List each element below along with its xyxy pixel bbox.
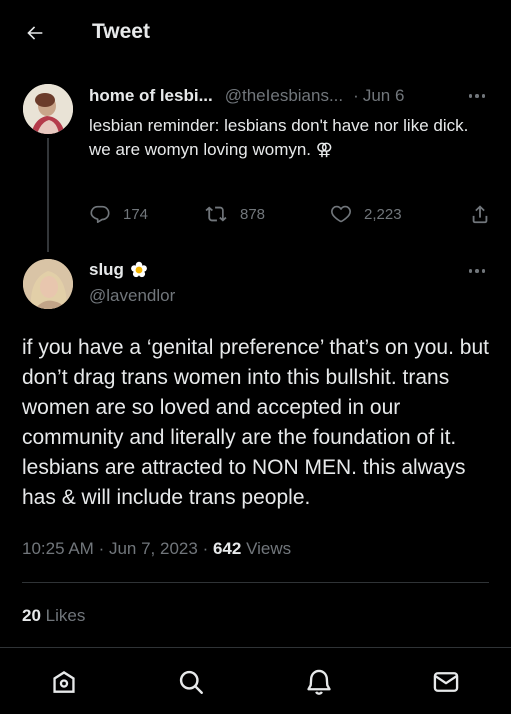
share-button[interactable] [469,203,491,225]
messages-icon[interactable] [430,666,462,698]
reply-count: 174 [123,205,149,223]
reply-author-avatar[interactable] [23,259,73,309]
top-header: Tweet [0,0,511,66]
page-title: Tweet [92,20,150,43]
flower-emoji-icon [130,261,148,279]
original-tweet-header: home of lesbi... @theIesbians... · Jun 6 [89,86,404,106]
tweet-time[interactable]: 10:25 AM [22,539,94,558]
likes-label: Likes [45,606,86,625]
more-icon[interactable] [466,267,488,275]
separator-dot: · [353,86,359,105]
original-date[interactable]: Jun 6 [363,86,405,106]
reply-button[interactable]: 174 [89,203,148,225]
views-count: 642 [212,539,242,558]
notifications-icon[interactable] [303,666,335,698]
views-label: Views [246,539,292,558]
original-author-avatar[interactable] [23,84,73,134]
like-button[interactable]: 2,223 [330,203,402,225]
thread-connector-line [47,138,49,252]
more-icon[interactable] [466,92,488,100]
original-handle[interactable]: @theIesbians... [225,86,343,106]
retweet-button[interactable]: 878 [204,203,265,225]
bottom-tab-bar [0,648,511,714]
separator-dot: · [98,539,105,558]
search-icon[interactable] [175,666,207,698]
share-icon [469,203,491,225]
original-display-name[interactable]: home of lesbi... [89,86,213,106]
reply-icon [89,203,111,225]
reply-handle[interactable]: @lavendlor [89,286,175,306]
original-tweet-actions: 174 878 2,223 [89,203,499,229]
like-count: 2,223 [364,205,402,223]
back-arrow-icon[interactable] [22,20,48,46]
likes-summary[interactable]: 20 Likes [22,606,85,626]
tweet-meta: 10:25 AM · Jun 7, 2023 · 642 Views [22,539,291,559]
retweet-count: 878 [240,205,266,223]
like-icon [330,203,352,225]
separator-dot: · [202,539,209,558]
likes-count: 20 [22,606,41,625]
original-tweet-text: lesbian reminder: lesbians don't have no… [89,116,469,159]
home-icon[interactable] [48,666,80,698]
reply-author-name-row: slug [89,260,148,280]
reply-tweet-text: if you have a ‘genital preference’ that’… [22,336,489,509]
reply-display-name[interactable]: slug [89,260,124,280]
divider [22,582,489,583]
tweet-date[interactable]: Jun 7, 2023 [109,539,198,558]
retweet-icon [204,203,228,225]
